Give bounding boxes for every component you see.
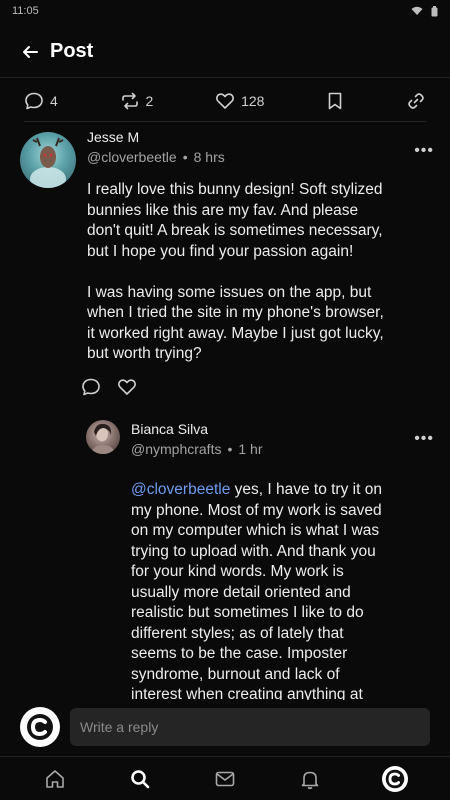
bell-icon xyxy=(301,771,319,789)
comments-count: 4 xyxy=(50,92,58,109)
post-action-bar: 4 2 128 xyxy=(24,80,426,122)
comment-handle[interactable]: @cloverbeetle xyxy=(87,149,177,165)
reply-time: 1 hr xyxy=(238,441,263,457)
back-button[interactable] xyxy=(20,42,40,62)
comment-author[interactable]: Jesse M xyxy=(87,128,434,146)
heart-icon xyxy=(216,92,235,109)
meta-separator: • xyxy=(182,149,188,165)
bookmark-icon xyxy=(328,92,342,109)
mention-link[interactable]: @cloverbeetle xyxy=(131,481,230,498)
status-bar: 11:05 xyxy=(0,0,450,22)
comment-icon xyxy=(25,92,43,109)
page-title: Post xyxy=(50,40,94,62)
status-icons xyxy=(411,5,438,17)
avatar xyxy=(382,765,409,792)
reply-more-button[interactable]: ••• xyxy=(414,430,434,448)
profile-photo-image xyxy=(92,423,114,454)
bottom-navigation xyxy=(0,756,450,800)
search-icon xyxy=(130,769,150,788)
comment-time: 8 hrs xyxy=(193,149,225,165)
comment-text: I really love this bunny design! Soft st… xyxy=(87,181,384,362)
reply-body: Bianca Silva @nymphcrafts • 1 hr ••• @clov… xyxy=(131,420,434,702)
arrow-left-icon xyxy=(23,45,38,58)
like-button[interactable]: 128 xyxy=(215,91,264,111)
deer-avatar-image xyxy=(30,137,66,188)
reply-meta: @nymphcrafts • 1 hr xyxy=(131,440,434,458)
tab-home[interactable] xyxy=(35,759,75,799)
page-header: Post xyxy=(0,26,450,78)
reply-composer xyxy=(0,700,450,754)
reply-text: @cloverbeetle yes, I have to try it on m… xyxy=(131,480,386,702)
comment-icon xyxy=(82,378,100,395)
wifi-icon xyxy=(411,6,423,15)
home-icon xyxy=(45,769,64,788)
repost-icon xyxy=(121,92,138,109)
repost-button[interactable]: 2 xyxy=(120,91,154,111)
bookmark-button[interactable] xyxy=(326,91,344,111)
mail-icon xyxy=(215,771,235,786)
comment-actions xyxy=(81,377,434,402)
comment-reply-button[interactable] xyxy=(81,377,101,402)
reposts-count: 2 xyxy=(145,92,154,109)
reply-comment: Bianca Silva @nymphcrafts • 1 hr ••• @clov… xyxy=(86,420,434,702)
reply-author[interactable]: Bianca Silva xyxy=(131,420,434,438)
avatar[interactable] xyxy=(20,132,76,188)
comment-more-button[interactable]: ••• xyxy=(414,142,434,160)
reply-handle[interactable]: @nymphcrafts xyxy=(131,441,221,457)
status-time: 11:05 xyxy=(12,5,39,17)
tab-notifications[interactable] xyxy=(290,759,330,799)
app-logo-icon xyxy=(386,769,405,788)
tab-search[interactable] xyxy=(120,759,160,799)
comments-button[interactable]: 4 xyxy=(24,91,58,111)
heart-icon xyxy=(118,378,136,395)
share-link-button[interactable] xyxy=(406,91,426,111)
link-icon xyxy=(408,92,424,109)
tab-profile[interactable] xyxy=(375,759,415,799)
likes-count: 128 xyxy=(241,92,265,109)
comment-body: Jesse M @cloverbeetle • 8 hrs ••• I really… xyxy=(82,128,434,402)
reply-input[interactable] xyxy=(70,708,430,746)
battery-icon xyxy=(431,5,438,16)
current-user-avatar[interactable] xyxy=(20,707,60,747)
avatar[interactable] xyxy=(86,420,120,454)
reply-text-content: yes, I have to try it on my phone. Most … xyxy=(131,481,382,702)
comment-like-button[interactable] xyxy=(117,377,137,402)
app-logo-icon xyxy=(27,714,53,740)
tab-messages[interactable] xyxy=(205,759,245,799)
comment-meta: @cloverbeetle • 8 hrs xyxy=(87,148,434,166)
meta-separator: • xyxy=(227,441,233,457)
